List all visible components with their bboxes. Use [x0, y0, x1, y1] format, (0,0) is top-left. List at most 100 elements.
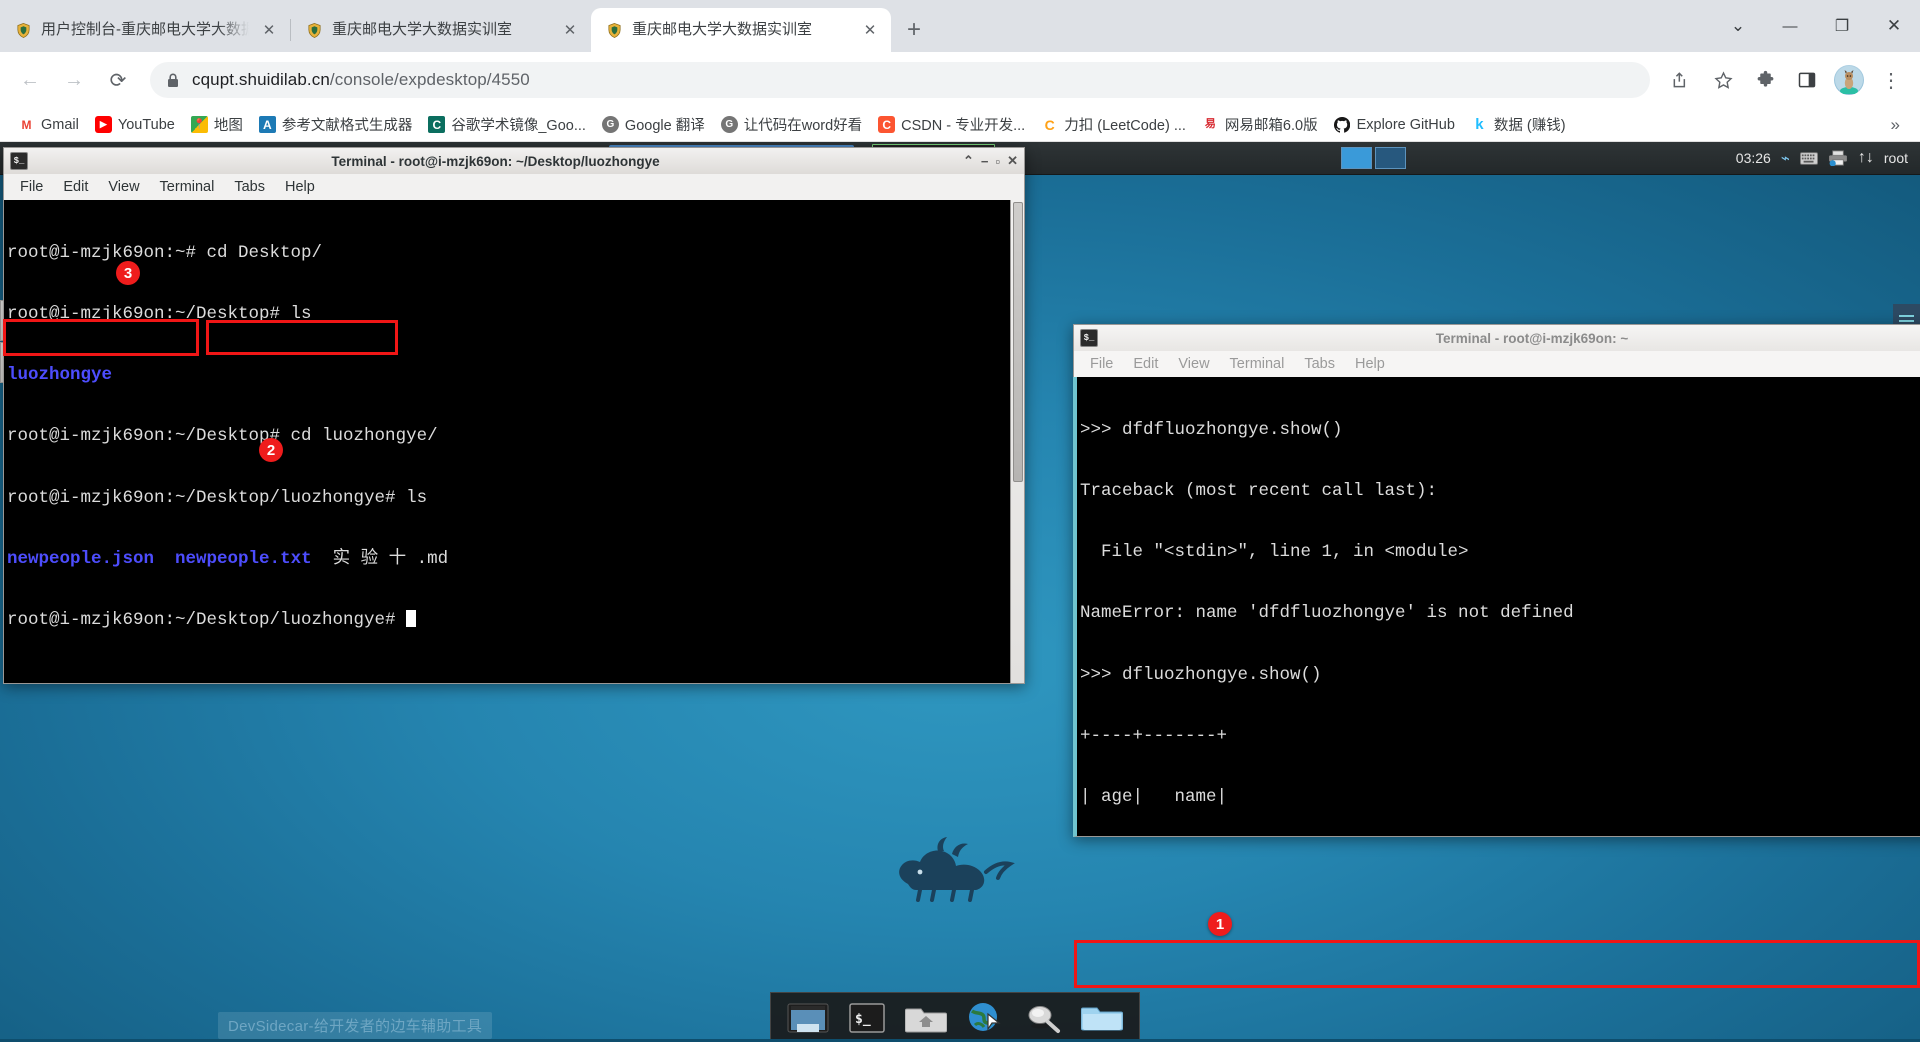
- close-button[interactable]: ✕: [1007, 153, 1018, 169]
- annotation-box-text-save-command: [1074, 940, 1920, 988]
- right-terminal-window[interactable]: $_ Terminal - root@i-mzjk69on: ~ File Ed…: [1073, 324, 1920, 837]
- right-terminal-output[interactable]: >>> dfdfluozhongye.show() Traceback (mos…: [1073, 377, 1920, 837]
- workspace-2[interactable]: [1374, 147, 1406, 169]
- close-icon[interactable]: ✕: [859, 19, 881, 41]
- left-terminal-output[interactable]: root@i-mzjk69on:~# cd Desktop/ root@i-mz…: [3, 200, 1025, 684]
- url-host: cqupt.shuidilab.cn: [192, 70, 330, 89]
- address-bar[interactable]: cqupt.shuidilab.cn/console/expdesktop/45…: [150, 62, 1650, 98]
- menu-help[interactable]: Help: [275, 177, 325, 197]
- star-icon[interactable]: [1704, 61, 1742, 99]
- minimize-button[interactable]: −: [981, 154, 989, 169]
- menu-edit[interactable]: Edit: [53, 177, 98, 197]
- menu-edit[interactable]: Edit: [1123, 354, 1168, 374]
- bookmark-item[interactable]: k 数据 (赚钱): [1463, 111, 1574, 138]
- browser-tab-2[interactable]: 重庆邮电大学大数据实训室 ✕: [591, 8, 891, 52]
- browser-tab-0[interactable]: 用户控制台-重庆邮电大学大数据 ✕: [0, 8, 290, 52]
- maps-icon: 📍: [190, 116, 208, 133]
- workspace-1[interactable]: [1340, 147, 1372, 169]
- bookmark-item[interactable]: G 让代码在word好看: [713, 111, 870, 138]
- bookmark-item[interactable]: C 谷歌学术镜像_Goo...: [420, 111, 594, 138]
- bookmark-label: 数据 (赚钱): [1493, 118, 1566, 134]
- shade-button[interactable]: ⌃: [963, 153, 974, 169]
- left-terminal-menubar: File Edit View Terminal Tabs Help: [3, 174, 1025, 200]
- close-button[interactable]: ✕: [1868, 6, 1920, 46]
- forward-button[interactable]: →: [54, 60, 94, 100]
- reference-generator-icon: A: [258, 116, 276, 133]
- bookmark-item[interactable]: A 参考文献格式生成器: [251, 111, 421, 138]
- window-controls: ⌄ — ❐ ✕: [1712, 0, 1920, 52]
- bookmark-label: 网易邮箱6.0版: [1224, 118, 1318, 134]
- terminal-icon: $_: [10, 152, 28, 170]
- bookmark-label: 参考文献格式生成器: [281, 118, 413, 134]
- terminal-cursor: [406, 610, 417, 628]
- right-terminal-titlebar[interactable]: $_ Terminal - root@i-mzjk69on: ~: [1073, 324, 1920, 351]
- avatar[interactable]: [1830, 61, 1868, 99]
- annotation-marker-2: 2: [259, 438, 283, 462]
- scrollbar-thumb[interactable]: [1013, 202, 1023, 483]
- browser-menu-button[interactable]: ⋮: [1872, 61, 1910, 99]
- browser-tab-1[interactable]: 重庆邮电大学大数据实训室 ✕: [291, 8, 591, 52]
- bookmark-item[interactable]: 易 网易邮箱6.0版: [1194, 111, 1326, 138]
- share-icon[interactable]: [1662, 61, 1700, 99]
- bookmark-item[interactable]: M Gmail: [10, 113, 87, 136]
- close-icon[interactable]: ✕: [559, 19, 581, 41]
- bookmark-item[interactable]: 📍 地图: [183, 111, 251, 138]
- workspace-switcher[interactable]: [1340, 147, 1406, 169]
- wallpaper-mouse-art: [890, 832, 1020, 907]
- file-manager-icon[interactable]: [1078, 998, 1126, 1038]
- reload-button[interactable]: ⟳: [98, 60, 138, 100]
- close-icon[interactable]: ✕: [258, 19, 280, 41]
- web-browser-icon[interactable]: [960, 998, 1008, 1038]
- keyboard-icon[interactable]: [1799, 151, 1818, 165]
- browser-tab-strip: 用户控制台-重庆邮电大学大数据 ✕ 重庆邮电大学大数据实训室 ✕ 重庆邮电大学大…: [0, 0, 1920, 52]
- terminal-prompt-line: root@i-mzjk69on:~/Desktop/luozhongye#: [7, 610, 1024, 630]
- left-terminal-title: Terminal - root@i-mzjk69on: ~/Desktop/lu…: [331, 153, 660, 169]
- menu-file[interactable]: File: [1080, 354, 1123, 374]
- bookmark-item[interactable]: G Google 翻译: [594, 111, 713, 138]
- bookmark-item[interactable]: ▶ YouTube: [87, 113, 183, 136]
- browser-toolbar: ← → ⟳ cqupt.shuidilab.cn/console/expdesk…: [0, 52, 1920, 108]
- menu-file[interactable]: File: [10, 177, 53, 197]
- left-terminal-titlebar[interactable]: $_ Terminal - root@i-mzjk69on: ~/Desktop…: [3, 147, 1025, 174]
- puzzle-icon[interactable]: [1746, 61, 1784, 99]
- maximize-button[interactable]: ❐: [1816, 6, 1868, 46]
- terminal-line: | age| name|: [1080, 787, 1228, 808]
- printer-icon[interactable]: [1828, 150, 1848, 166]
- bookmark-item[interactable]: Explore GitHub: [1326, 113, 1463, 136]
- side-panel-icon[interactable]: [1788, 61, 1826, 99]
- bookmark-item[interactable]: C 力扣 (LeetCode) ...: [1033, 111, 1194, 138]
- terminal-scrollbar[interactable]: [1010, 200, 1024, 683]
- newpeople-txt-file: newpeople.txt: [175, 548, 312, 569]
- bookmarks-overflow-button[interactable]: »: [1881, 115, 1910, 135]
- network-icon[interactable]: ↑↓: [1858, 149, 1874, 167]
- remote-desktop-viewport[interactable]: Applications [实验十.md - LibreOffice ... $…: [0, 142, 1920, 1042]
- left-terminal-window[interactable]: $_ Terminal - root@i-mzjk69on: ~/Desktop…: [3, 147, 1025, 684]
- bookmark-label: 地图: [213, 118, 243, 134]
- terminal-line: root@i-mzjk69on:~# cd Desktop/: [7, 242, 323, 263]
- minimize-button[interactable]: —: [1764, 6, 1816, 46]
- back-button[interactable]: ←: [10, 60, 50, 100]
- bookmark-item[interactable]: C CSDN - 专业开发...: [870, 111, 1033, 138]
- bluetooth-icon[interactable]: ⌁: [1781, 149, 1790, 167]
- file-search-icon[interactable]: [1019, 998, 1067, 1038]
- bookmark-label: Explore GitHub: [1356, 116, 1455, 133]
- menu-view[interactable]: View: [1168, 354, 1219, 374]
- terminal-icon[interactable]: $_: [843, 998, 891, 1038]
- menu-view[interactable]: View: [98, 177, 149, 197]
- menu-help[interactable]: Help: [1345, 354, 1395, 374]
- terminal-line: >>> dfluozhongye.show(): [1080, 664, 1322, 685]
- menu-tabs[interactable]: Tabs: [1294, 354, 1345, 374]
- right-terminal-menubar: File Edit View Terminal Tabs Help: [1073, 351, 1920, 377]
- show-desktop-icon[interactable]: [784, 998, 832, 1038]
- lock-icon: [166, 72, 180, 88]
- maximize-button[interactable]: ▫: [995, 154, 1000, 169]
- menu-terminal[interactable]: Terminal: [150, 177, 225, 197]
- menu-terminal[interactable]: Terminal: [1220, 354, 1295, 374]
- tab-search-icon[interactable]: ⌄: [1712, 6, 1764, 46]
- menu-tabs[interactable]: Tabs: [224, 177, 275, 197]
- new-tab-button[interactable]: +: [897, 13, 931, 47]
- terminal-line: luozhongye: [7, 365, 113, 386]
- home-folder-icon[interactable]: [902, 998, 950, 1038]
- terminal-line: Traceback (most recent call last):: [1080, 481, 1438, 502]
- right-terminal-title: Terminal - root@i-mzjk69on: ~: [1435, 330, 1629, 346]
